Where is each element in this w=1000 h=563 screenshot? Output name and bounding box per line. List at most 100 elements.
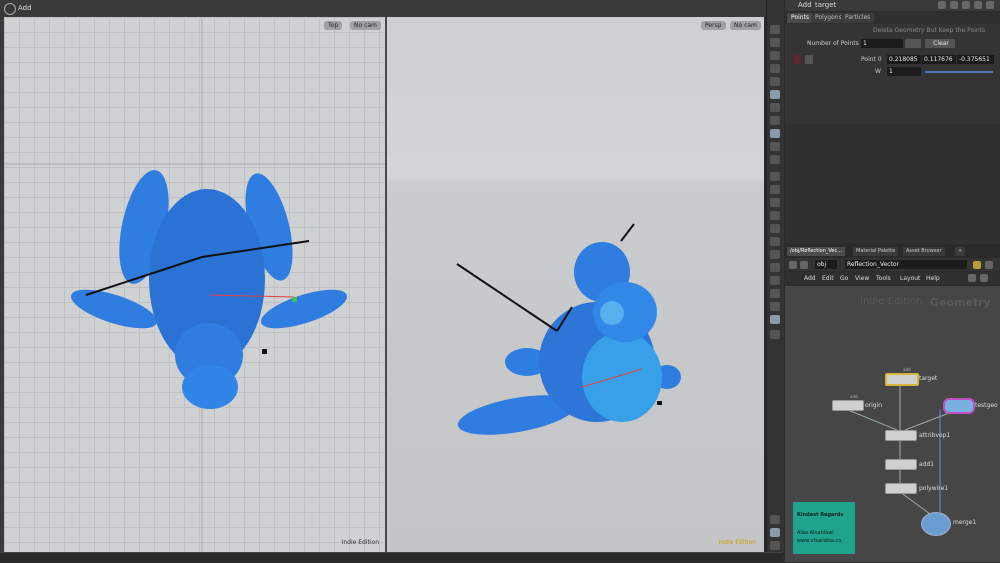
tab-particles[interactable]: Particles [841,13,875,23]
info-icon[interactable] [770,515,780,524]
remove-point-icon[interactable] [793,55,801,64]
tab-network[interactable]: /obj/Reflection_Vec... [787,247,845,256]
param-add-label[interactable]: Add [798,1,812,9]
node-target[interactable] [885,373,919,386]
scene-icon[interactable] [770,315,780,324]
w-field[interactable]: 1 [887,67,921,76]
home-icon[interactable] [770,38,780,47]
forward-icon[interactable] [800,261,808,269]
param-titlebar: Add target [785,0,1000,11]
menu-layout[interactable]: Layout [900,275,920,282]
param-tabs: Points Polygons Particles [785,12,1000,24]
node-origin[interactable] [832,400,864,411]
param-empty-area [785,124,1000,244]
tool-icon[interactable] [968,274,976,282]
snap-icon[interactable] [770,129,780,138]
tab-asset-browser[interactable]: Asset Browser [903,247,945,256]
top-viewport[interactable]: Top No cam Indie Edition [4,17,385,552]
help-icon[interactable] [950,1,958,9]
num-points-minus[interactable] [913,39,921,48]
stack-icon[interactable] [770,289,780,298]
viewer-bottom-bar [0,552,783,563]
delete-geometry-label[interactable]: Delete Geometry But Keep the Points [873,27,985,34]
search-icon[interactable] [962,1,970,9]
top-view-model [4,17,385,552]
network-menu: Add Edit Go View Tools Layout Help [785,272,1000,285]
path-obj[interactable]: obj [815,260,837,269]
split-icon[interactable] [770,541,780,550]
mirror-icon[interactable] [770,276,780,285]
num-points-field[interactable]: 1 [861,39,903,48]
w-slider[interactable] [925,71,993,73]
persp-viewport[interactable]: Persp No cam Indie Edition [387,17,764,552]
checkmark-icon[interactable] [816,55,824,64]
node-polywire[interactable] [885,483,917,494]
sticky-note[interactable]: Kindest Regards Alaa Alnahlawi www.vfxar… [793,502,855,554]
node-merge[interactable] [921,512,951,536]
grid-view-icon[interactable] [980,274,988,282]
tab-material-palette[interactable]: Material Palette [853,247,899,256]
w-label: W [875,68,881,75]
measure-icon[interactable] [770,237,780,246]
back-icon[interactable] [789,261,797,269]
edge-icon[interactable] [770,185,780,194]
num-points-plus[interactable] [905,39,913,48]
pin-pane-icon[interactable] [974,1,982,9]
display-options-icon[interactable] [770,25,780,34]
pin-path-icon[interactable] [973,261,981,269]
node-polywire-label: polywire1 [919,485,949,492]
note-line-1: Kindest Regards [797,512,844,518]
gear-icon[interactable] [938,1,946,9]
brush-icon[interactable] [770,211,780,220]
pin-icon[interactable] [770,116,780,125]
layout-icon[interactable] [770,528,780,537]
node-origin-tag: add [850,394,858,399]
menu-go[interactable]: Go [840,275,848,282]
network-options-icon[interactable] [985,261,993,269]
menu-edit[interactable]: Edit [822,275,834,282]
viewer-menu-label[interactable]: Add [18,4,32,12]
node-attribvop[interactable] [885,430,917,441]
insert-point-icon[interactable] [805,55,813,64]
point-label: Point 0 [861,56,882,63]
point-z-field[interactable]: -0.375651 [957,55,994,64]
hand-icon[interactable] [770,224,780,233]
menu-view[interactable]: View [855,275,869,282]
persp-view-edition-label: Indie Edition [718,539,756,546]
close-view-icon[interactable] [770,64,780,73]
node-attribvop-label: attribvop1 [919,432,951,439]
add-tab-icon[interactable]: + [955,247,966,256]
persp-view-model [456,223,681,435]
point-y-field[interactable]: 0.117676 [922,55,956,64]
grid-icon[interactable] [770,142,780,151]
node-target-tag: add [903,367,911,372]
node-testgeometry[interactable] [943,398,975,414]
ghost-icon[interactable] [770,155,780,164]
viewer-titlebar: Add [0,0,783,18]
node-add1[interactable] [885,459,917,470]
param-node-name[interactable]: target [815,1,836,9]
node-target-label: target [919,375,938,382]
sphere-icon[interactable] [770,77,780,86]
note-line-3: www.vfxarabia.co [797,538,842,544]
light-icon[interactable] [770,90,780,99]
render-icon[interactable] [770,330,780,339]
clear-button[interactable]: Clear [925,39,955,48]
lock-icon[interactable] [770,51,780,60]
point-icon[interactable] [770,172,780,181]
scale-icon[interactable] [770,250,780,259]
num-points-label: Number of Points [807,40,859,47]
path-node[interactable]: Reflection_Vector [845,260,967,269]
menu-help[interactable]: Help [926,275,940,282]
pen-icon[interactable] [770,198,780,207]
tab-points[interactable]: Points [787,13,814,23]
menu-add[interactable]: Add [804,275,816,282]
pane-menu-icon[interactable] [986,1,994,9]
vector-icon[interactable] [770,302,780,311]
camera-icon[interactable] [770,103,780,112]
node-add1-label: add1 [919,461,935,468]
point-x-field[interactable]: 0.218085 [887,55,921,64]
menu-tools[interactable]: Tools [876,275,891,282]
frame-icon[interactable] [770,263,780,272]
network-path-bar: obj Reflection_Vector [785,258,1000,271]
